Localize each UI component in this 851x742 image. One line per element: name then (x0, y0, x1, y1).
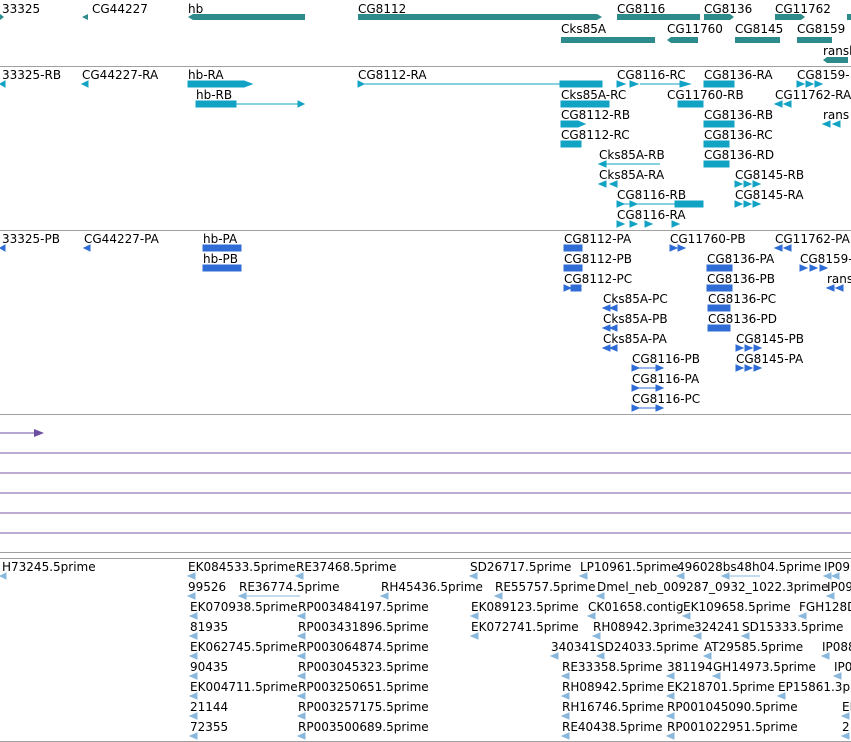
transcript-glyphs (0, 80, 841, 228)
est-glyphs (0, 572, 850, 740)
genome-browser-canvas[interactable]: 33325 CG44227 hb CG8112 CG8116 CG8136 CG… (0, 0, 851, 742)
signal-glyphs (0, 429, 851, 534)
gene-glyphs (0, 14, 851, 63)
feature-glyphs (0, 14, 851, 740)
protein-glyphs (0, 244, 844, 412)
